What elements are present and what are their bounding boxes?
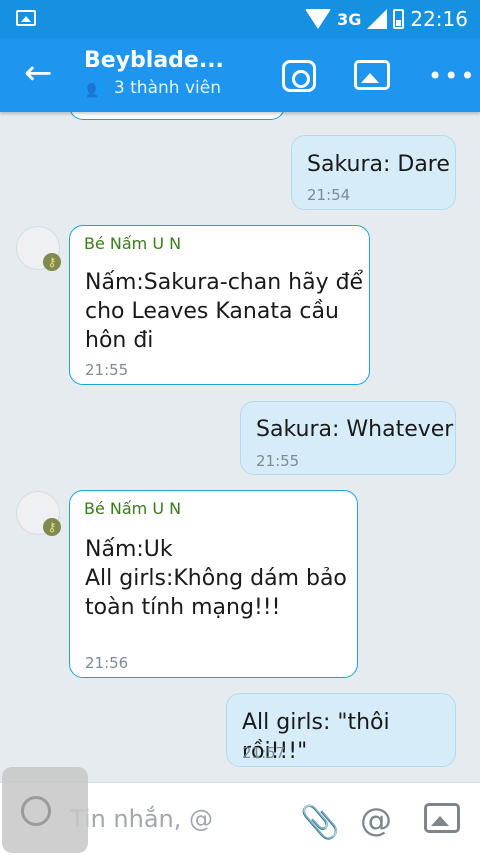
network-type: 3G xyxy=(337,9,362,29)
message-time: 21:54 xyxy=(307,186,351,204)
message-text: Nấm:Uk All girls:Không dám bảo toàn tính… xyxy=(85,537,347,620)
message-text: Sakura: Whatever xyxy=(256,417,454,442)
status-bar: 3G 22:16 xyxy=(0,0,480,38)
outgoing-message-bubble[interactable]: Sakura: Whatever 21:55 xyxy=(240,401,456,475)
outgoing-message-bubble[interactable]: Sakura: Dare 21:54 xyxy=(291,135,456,210)
sender-avatar[interactable]: ⚷ xyxy=(16,226,61,271)
back-arrow-icon[interactable]: ← xyxy=(24,56,58,90)
sender-name: Bé Nấm U N xyxy=(84,234,182,253)
more-options-icon[interactable]: ••• xyxy=(428,62,474,98)
message-time: 21:55 xyxy=(85,361,129,379)
smiley-icon xyxy=(21,796,51,826)
mention-icon[interactable]: @ xyxy=(360,801,392,839)
message-time: 21:56 xyxy=(85,654,129,672)
message-text: Sakura: Dare xyxy=(307,152,450,177)
chat-header: ← Beyblade... 👥 3 thành viên ••• xyxy=(0,38,480,112)
sender-name: Bé Nấm U N xyxy=(84,499,182,518)
message-input[interactable]: Tin nhắn, @ xyxy=(70,805,213,833)
incoming-message-bubble[interactable]: Bé Nấm U N Nấm:Uk All girls:Không dám bả… xyxy=(69,490,358,678)
image-notification-icon xyxy=(16,10,36,26)
clock: 22:16 xyxy=(410,7,468,31)
signal-icon xyxy=(367,9,388,29)
message-text: Nấm:Sakura-chan hãy để cho Leaves Kanata… xyxy=(85,270,364,353)
member-count-label: 3 thành viên xyxy=(113,78,221,98)
people-icon: 👥 xyxy=(86,78,106,98)
status-icons: 3G 22:16 xyxy=(305,6,468,32)
emoji-button[interactable] xyxy=(2,767,88,853)
battery-icon xyxy=(393,9,405,29)
gallery-icon[interactable] xyxy=(354,60,390,90)
incoming-message-bubble[interactable]: Bé Nấm U N Nấm:Sakura-chan hãy để cho Le… xyxy=(69,225,370,385)
message-time: 21:55 xyxy=(256,452,300,470)
group-title[interactable]: Beyblade... xyxy=(84,48,224,73)
sender-avatar[interactable]: ⚷ xyxy=(16,491,61,536)
outgoing-message-bubble[interactable]: All girls: "thôi rồi!!!" 21:57 xyxy=(226,693,456,767)
member-count[interactable]: 👥 3 thành viên xyxy=(86,78,221,98)
message-input-bar: Tin nhắn, @ 📎 @ xyxy=(0,767,480,855)
camera-icon[interactable] xyxy=(282,60,316,92)
key-icon: ⚷ xyxy=(43,518,61,536)
key-icon: ⚷ xyxy=(43,253,61,271)
image-picker-icon[interactable] xyxy=(424,803,460,833)
wifi-icon xyxy=(305,9,332,29)
message-time: 21:57 xyxy=(242,744,286,762)
attachment-icon[interactable]: 📎 xyxy=(300,803,340,841)
